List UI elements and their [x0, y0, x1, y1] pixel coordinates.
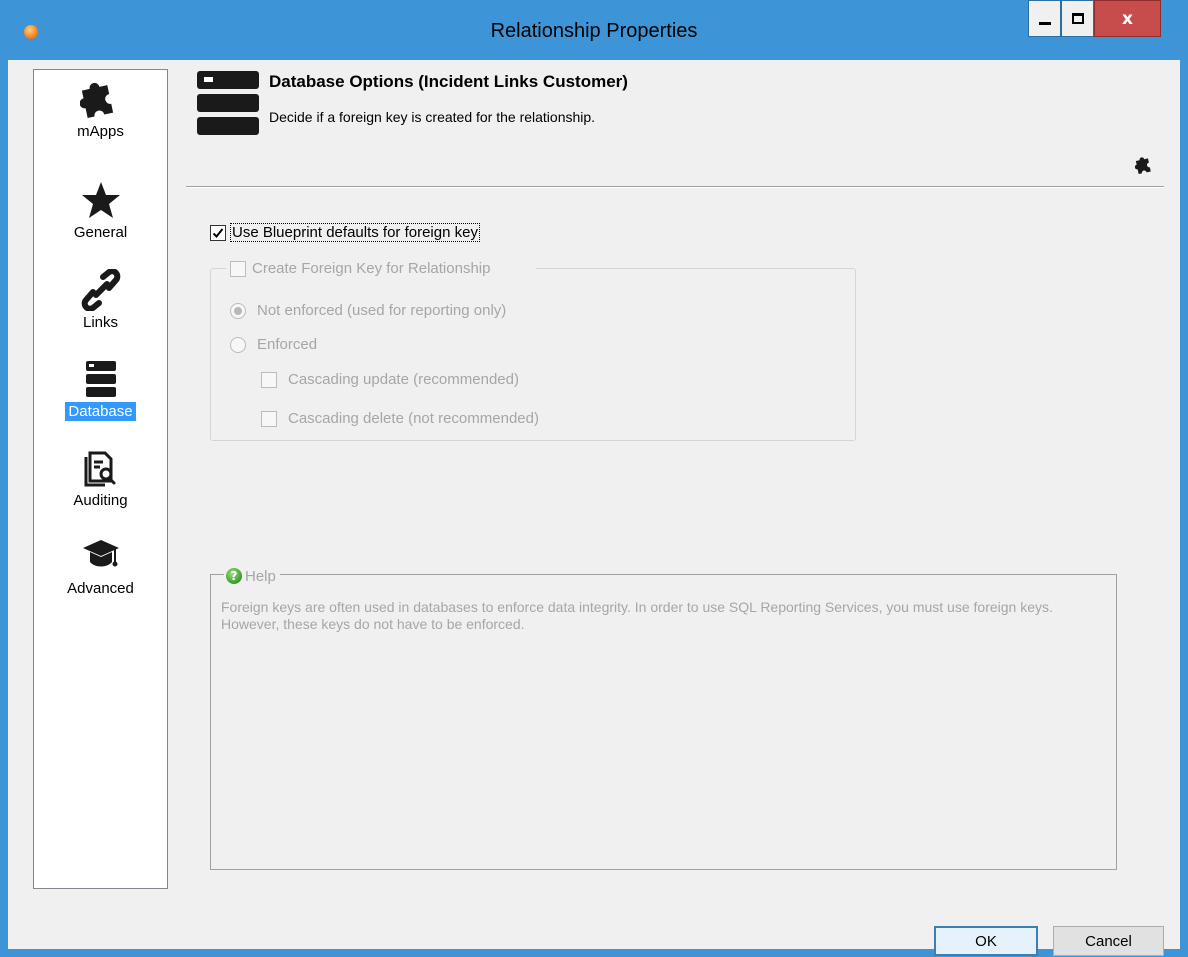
- create-foreign-key-label: Create Foreign Key for Relationship: [252, 260, 491, 277]
- relationship-properties-window: Relationship Properties x mApps General …: [0, 0, 1188, 957]
- sidebar-item-label: Advanced: [67, 580, 134, 597]
- audit-document-icon: [81, 445, 121, 491]
- create-foreign-key-checkbox[interactable]: [230, 261, 246, 277]
- sidebar-item-database[interactable]: Database: [34, 356, 167, 421]
- minimize-icon: [1038, 22, 1051, 25]
- cascading-update-label: Cascading update (recommended): [288, 371, 519, 388]
- sidebar-item-auditing[interactable]: Auditing: [34, 445, 167, 510]
- dialog-client-area: mApps General Links Database Auditing Ad…: [8, 60, 1180, 956]
- ok-button[interactable]: OK: [934, 926, 1038, 956]
- mapps-puzzle-icon[interactable]: [1134, 155, 1155, 179]
- sidebar-item-label: Links: [82, 314, 119, 331]
- use-blueprint-defaults-label[interactable]: Use Blueprint defaults for foreign key: [230, 223, 480, 242]
- puzzle-icon: [79, 76, 122, 122]
- enforced-radio[interactable]: [230, 337, 246, 353]
- help-legend: ? Help: [224, 565, 280, 587]
- enforced-label: Enforced: [257, 336, 318, 353]
- page-subtitle: Decide if a foreign key is created for t…: [269, 109, 596, 125]
- checkmark-icon: [212, 228, 224, 238]
- help-text: Foreign keys are often used in databases…: [221, 599, 1053, 632]
- minimize-button[interactable]: [1028, 0, 1061, 37]
- sidebar-item-label: General: [73, 224, 128, 241]
- page-title: Database Options (Incident Links Custome…: [269, 72, 628, 91]
- sidebar-item-advanced[interactable]: Advanced: [34, 533, 167, 598]
- window-title: Relationship Properties: [490, 20, 698, 42]
- cascading-update-checkbox[interactable]: [261, 372, 277, 388]
- link-icon: [81, 267, 121, 313]
- graduation-cap-icon: [81, 533, 121, 579]
- sidebar-item-general[interactable]: General: [34, 177, 167, 242]
- sidebar-item-label: Auditing: [73, 492, 128, 509]
- maximize-button[interactable]: [1061, 0, 1094, 37]
- sidebar-item-label: mApps: [77, 123, 124, 140]
- database-icon: [196, 69, 260, 141]
- close-button[interactable]: x: [1094, 0, 1161, 37]
- sidebar-item-links[interactable]: Links: [34, 267, 167, 332]
- sidebar-item-label: Database: [65, 402, 136, 421]
- header-divider: [186, 186, 1164, 188]
- cascading-delete-checkbox[interactable]: [261, 411, 277, 427]
- star-icon: [81, 177, 121, 223]
- help-question-icon: ?: [226, 568, 242, 584]
- database-icon: [81, 356, 121, 402]
- cascading-delete-label: Cascading delete (not recommended): [288, 410, 539, 427]
- sidebar-item-mapps[interactable]: mApps: [34, 76, 167, 141]
- not-enforced-label: Not enforced (used for reporting only): [257, 302, 507, 319]
- help-title: Help: [245, 567, 276, 585]
- category-sidebar: mApps General Links Database Auditing Ad…: [33, 69, 168, 889]
- title-bar[interactable]: Relationship Properties x: [0, 0, 1188, 60]
- radio-selected-dot: [234, 307, 242, 315]
- cancel-button[interactable]: Cancel: [1053, 926, 1164, 956]
- not-enforced-radio[interactable]: [230, 303, 246, 319]
- use-blueprint-defaults-checkbox[interactable]: [210, 225, 226, 241]
- maximize-icon: [1071, 13, 1084, 24]
